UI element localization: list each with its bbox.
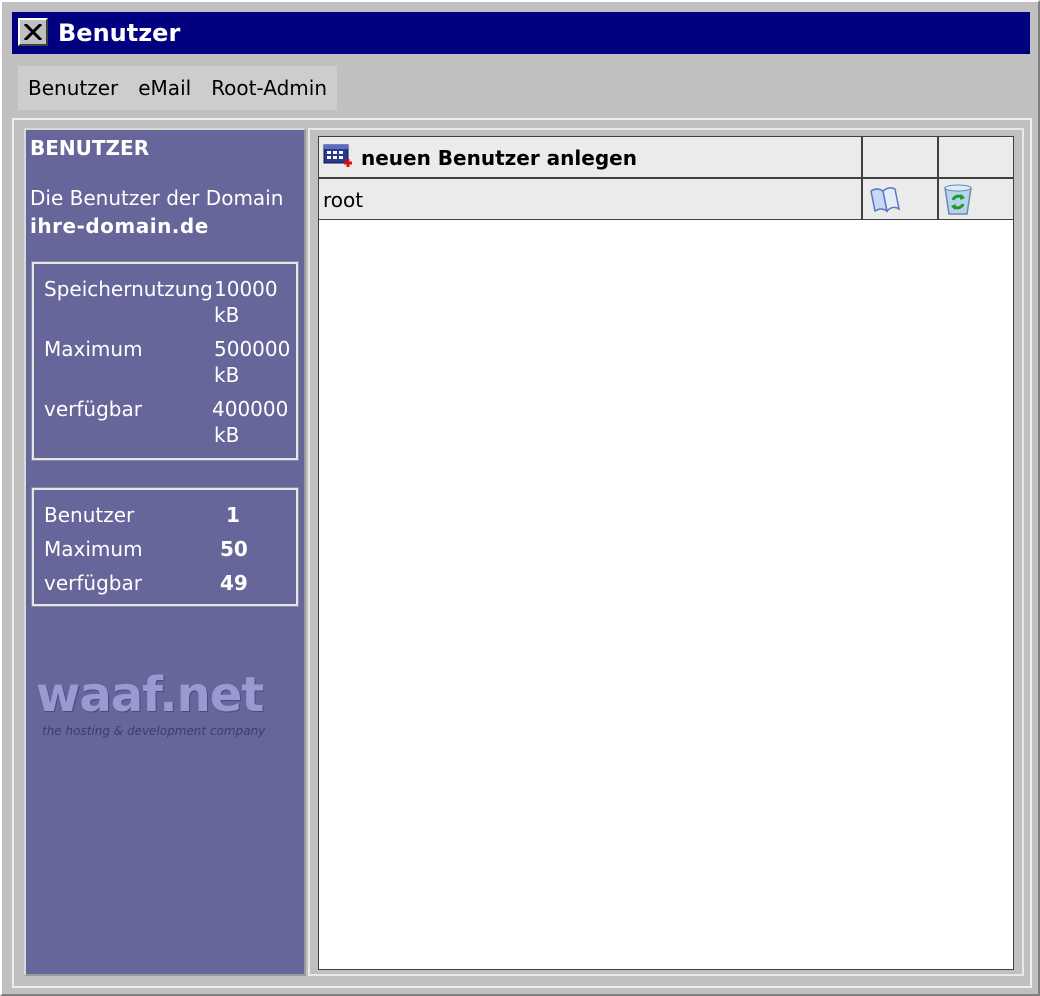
users-free-value: 49	[220, 571, 248, 595]
users-max-label: Maximum	[44, 537, 143, 561]
user-list-area	[318, 136, 1014, 970]
close-button[interactable]	[18, 18, 48, 46]
window-title: Benutzer	[58, 19, 181, 47]
users-count-label: Benutzer	[44, 503, 135, 527]
domain-name: ihre-domain.de	[30, 214, 209, 238]
user-name[interactable]: root	[323, 188, 363, 212]
storage-free-value: 400000	[212, 397, 289, 421]
recycle-bin-icon[interactable]	[941, 182, 977, 220]
header-cell-edit	[862, 136, 938, 178]
edit-user-cell[interactable]	[862, 178, 938, 220]
logo-wordmark: waaf.net	[36, 667, 264, 723]
sidebar-description: Die Benutzer der Domain ihre-domain.de	[30, 184, 283, 240]
users-count-value: 1	[226, 503, 240, 527]
menu-item-email[interactable]: eMail	[128, 66, 202, 110]
menu-item-root-admin[interactable]: Root-Admin	[201, 66, 338, 110]
storage-max-value: 500000	[214, 337, 291, 361]
sidebar: BENUTZER Die Benutzer der Domain ihre-do…	[24, 128, 306, 976]
storage-max-label: Maximum	[44, 337, 143, 361]
storage-usage-label: Speichernutzung	[44, 277, 213, 301]
storage-max-unit: kB	[214, 363, 240, 387]
table-row: root	[318, 178, 1014, 220]
add-user-icon	[323, 143, 353, 175]
edit-book-icon[interactable]	[867, 183, 903, 219]
table-header-row: neuen Benutzer anlegen	[318, 136, 1014, 178]
sidebar-heading: BENUTZER	[30, 136, 150, 160]
storage-usage-unit: kB	[214, 303, 240, 327]
header-cell-delete	[938, 136, 1014, 178]
users-free-label: verfügbar	[44, 571, 142, 595]
company-logo: waaf.net the hosting & development compa…	[36, 670, 296, 740]
domain-description: Die Benutzer der Domain	[30, 186, 284, 210]
user-stats-box: Benutzer 1 Maximum 50 verfügbar 49	[31, 487, 299, 607]
menu-bar: Benutzer eMail Root-Admin	[18, 66, 338, 110]
users-max-value: 50	[220, 537, 248, 561]
app-window: Benutzer Benutzer eMail Root-Admin BENUT…	[0, 0, 1040, 996]
storage-free-label: verfügbar	[44, 397, 142, 421]
user-name-cell[interactable]: root	[318, 178, 862, 220]
logo-tagline: the hosting & development company	[42, 724, 266, 738]
title-bar: Benutzer	[12, 12, 1030, 54]
storage-usage-value: 10000	[214, 277, 278, 301]
storage-free-unit: kB	[214, 423, 240, 447]
new-user-link[interactable]: neuen Benutzer anlegen	[361, 146, 637, 170]
close-icon	[24, 24, 42, 40]
delete-user-cell[interactable]	[938, 178, 1014, 220]
menu-item-benutzer[interactable]: Benutzer	[18, 66, 129, 110]
storage-stats-box: Speichernutzung 10000 kB Maximum 500000 …	[31, 261, 299, 461]
new-user-cell[interactable]: neuen Benutzer anlegen	[318, 136, 862, 178]
